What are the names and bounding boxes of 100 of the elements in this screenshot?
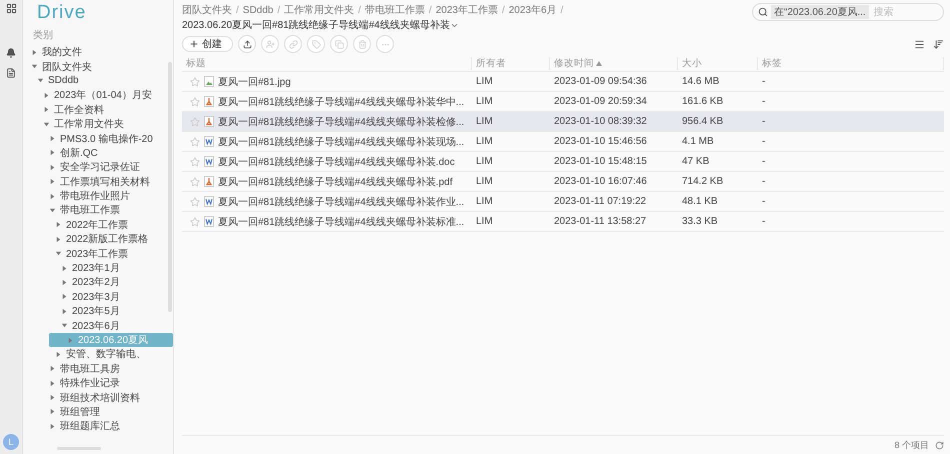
star-icon[interactable] <box>190 156 200 166</box>
tree-item[interactable]: 2023年5月 <box>23 304 173 318</box>
app-logo: Drive <box>36 1 88 25</box>
breadcrumb-link[interactable]: 2023.06.20夏风一回#81跳线绝缘子导线端#4线线夹螺母补装 <box>182 18 450 32</box>
file-size: 48.1 KB <box>682 196 718 207</box>
file-name[interactable]: 夏风一回#81跳线绝缘子导线端#4线线夹螺母补装.doc <box>218 154 455 168</box>
file-name[interactable]: 夏风一回#81跳线绝缘子导线端#4线线夹螺母补装.pdf <box>218 174 452 188</box>
tree-item[interactable]: 2023年1月 <box>23 260 173 276</box>
tree-item[interactable]: 带电班工作票 <box>23 203 173 218</box>
tree-item[interactable]: 2023年2月 <box>23 275 173 290</box>
tree-item[interactable]: 安全学习记录佐证 <box>23 160 173 175</box>
tree-item[interactable]: 工作常用文件夹 <box>23 116 173 132</box>
tree-item[interactable]: 2023年工作票 <box>23 246 173 261</box>
apps-icon[interactable] <box>6 3 16 14</box>
link-icon <box>288 40 298 48</box>
refresh-icon[interactable] <box>935 440 944 450</box>
breadcrumb-link[interactable]: 2023年工作票 <box>436 3 498 17</box>
breadcrumb-link[interactable]: 2023年6月 <box>508 3 557 17</box>
breadcrumb-link[interactable]: 团队文件夹 <box>182 3 232 17</box>
pdf-file-icon <box>204 96 214 107</box>
pdf-file-icon <box>204 176 214 187</box>
tree-item[interactable]: 工作全资料 <box>23 102 173 117</box>
file-name[interactable]: 夏风一回#81跳线绝缘子导线端#4线线夹螺母补装作业... <box>218 194 464 208</box>
word-file-icon <box>204 216 214 227</box>
file-row[interactable]: 夏风一回#81跳线绝缘子导线端#4线线夹螺母补装检修... LIM 2023-01-10 08:39:32 956.4 KB - <box>182 112 944 132</box>
star-icon[interactable] <box>190 76 200 86</box>
modified-time: 2023-01-09 09:54:36 <box>554 76 647 87</box>
tree-item[interactable]: 班组技术培训资料 <box>23 390 173 405</box>
tree-item[interactable]: 2023年6月 <box>23 318 173 333</box>
image-file-icon <box>204 76 214 87</box>
modified-time: 2023-01-11 07:19:22 <box>554 196 646 207</box>
tag-text: - <box>762 96 766 107</box>
modified-time: 2023-01-10 15:48:15 <box>554 156 647 167</box>
file-name[interactable]: 夏风一回#81跳线绝缘子导线端#4线线夹螺母补装标准... <box>218 214 464 228</box>
star-icon[interactable] <box>190 176 200 186</box>
breadcrumb-separator: / <box>560 4 564 16</box>
file-name[interactable]: 夏风一回#81跳线绝缘子导线端#4线线夹螺母补装华中... <box>218 94 464 108</box>
word-file-icon <box>204 156 214 167</box>
file-size: 33.3 KB <box>682 216 718 227</box>
tree-item[interactable]: SDddb <box>23 74 173 88</box>
section-heading: 类别 <box>32 28 54 43</box>
copy-icon <box>334 40 344 48</box>
tree-item[interactable]: 安管、数字输电、 <box>23 347 173 362</box>
tree-item[interactable]: PMS3.0 输电操作-20 <box>23 131 173 146</box>
star-icon[interactable] <box>190 136 200 146</box>
tree-item[interactable]: 创新.QC <box>23 146 173 160</box>
tree-item[interactable]: 特殊作业记录 <box>23 376 173 390</box>
star-icon[interactable] <box>190 116 200 126</box>
breadcrumb-link[interactable]: 带电班工作票 <box>364 3 425 17</box>
file-size: 47 KB <box>682 156 710 167</box>
star-icon[interactable] <box>190 216 200 226</box>
tree-item[interactable]: 2022年工作票 <box>23 218 173 232</box>
file-name[interactable]: 夏风一回#81跳线绝缘子导线端#4线线夹螺母补装检修... <box>218 114 464 128</box>
tree-item[interactable]: 班组题库汇总 <box>23 419 173 434</box>
search-field[interactable]: 在“2023.06.20夏风... 搜索 <box>752 3 944 21</box>
list-view-icon[interactable] <box>914 38 925 50</box>
file-size: 4.1 MB <box>682 136 714 147</box>
star-icon[interactable] <box>190 96 200 106</box>
tag-text: - <box>762 176 766 187</box>
owner-text: LIM <box>476 136 493 147</box>
modified-time: 2023-01-11 13:58:27 <box>554 216 646 227</box>
tree-item[interactable]: 2023年（01-04）月安 <box>23 88 173 103</box>
tree-item[interactable]: 带电班作业照片 <box>23 188 173 204</box>
file-size: 161.6 KB <box>682 96 724 107</box>
tree-item[interactable]: 2023年3月 <box>23 290 173 304</box>
star-icon[interactable] <box>190 196 200 206</box>
modified-time: 2023-01-09 20:59:34 <box>554 96 647 107</box>
breadcrumb-link[interactable]: 工作常用文件夹 <box>284 3 354 17</box>
tree-item[interactable]: 带电班工具房 <box>23 362 173 376</box>
owner-text: LIM <box>476 116 493 127</box>
upload-button[interactable] <box>238 35 256 53</box>
tree-item[interactable]: 2022新版工作票格 <box>23 232 173 246</box>
breadcrumb-link[interactable]: SDddb <box>242 4 274 16</box>
file-size: 956.4 KB <box>682 116 724 127</box>
trash-icon <box>358 40 366 48</box>
tag-text: - <box>762 156 766 167</box>
breadcrumb-separator: / <box>500 4 506 16</box>
search-scope[interactable]: 在“2023.06.20夏风... <box>771 5 869 19</box>
tree-item[interactable]: 班组管理 <box>23 404 173 420</box>
breadcrumb-separator: / <box>357 4 362 16</box>
file-name[interactable]: 夏风一回#81跳线绝缘子导线端#4线线夹螺母补装现场... <box>218 134 464 148</box>
tree-item[interactable]: 工作票填写相关材料 <box>23 174 173 189</box>
search-icon[interactable] <box>758 7 768 17</box>
document-icon[interactable] <box>6 68 16 78</box>
create-button[interactable]: 创建 <box>182 36 233 52</box>
search-input[interactable]: 搜索 <box>872 6 926 18</box>
file-name[interactable]: 夏风一回#81.jpg <box>218 74 291 88</box>
upload-icon <box>242 40 252 48</box>
bell-icon[interactable] <box>6 48 16 58</box>
breadcrumb-separator: / <box>428 4 433 16</box>
word-file-icon <box>204 136 214 147</box>
file-size: 14.6 MB <box>682 76 720 87</box>
tag-text: - <box>762 136 766 147</box>
owner-text: LIM <box>476 96 493 107</box>
sort-icon[interactable] <box>933 38 944 50</box>
owner-text: LIM <box>476 196 493 207</box>
tree-item[interactable]: 团队文件夹 <box>23 59 173 74</box>
plus-icon <box>189 39 199 49</box>
file-size: 714.2 KB <box>682 176 724 187</box>
tree-item[interactable]: 我的文件 <box>23 45 173 60</box>
